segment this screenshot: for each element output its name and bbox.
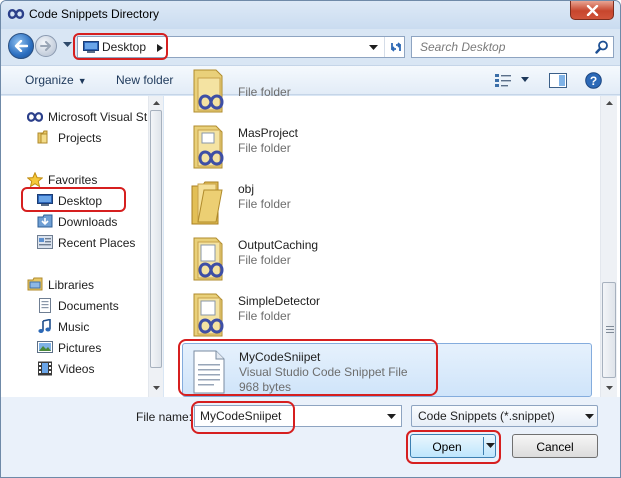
- visual-studio-icon: [27, 112, 43, 122]
- scroll-down-icon[interactable]: [602, 383, 617, 393]
- open-button[interactable]: Open: [410, 434, 496, 458]
- file-name: obj: [238, 182, 255, 196]
- libraries-icon: [27, 277, 43, 291]
- search-icon[interactable]: [595, 40, 609, 54]
- new-folder-button[interactable]: New folder: [116, 73, 173, 87]
- organize-button[interactable]: Organize ▼: [25, 73, 87, 87]
- address-row: Desktop: [1, 29, 620, 65]
- file-name-input[interactable]: [195, 406, 383, 426]
- visual-studio-folder-icon: [193, 293, 224, 337]
- address-bar[interactable]: Desktop: [77, 36, 405, 58]
- file-item-outputcaching[interactable]: OutputCaching File folder: [182, 232, 592, 286]
- file-item-obj[interactable]: obj File folder: [182, 176, 592, 230]
- grip-icon: [606, 326, 614, 333]
- file-list-scrollbar[interactable]: [600, 96, 617, 397]
- visual-studio-icon: [7, 9, 25, 19]
- window-title: Code Snippets Directory: [29, 7, 160, 21]
- navigation-scrollbar-thumb[interactable]: [150, 110, 162, 368]
- history-dropdown-icon[interactable]: [63, 42, 72, 48]
- scroll-up-icon[interactable]: [602, 98, 617, 108]
- search-input[interactable]: [412, 37, 590, 57]
- file-name: OutputCaching: [238, 238, 319, 252]
- nav-item-label: Music: [58, 320, 90, 334]
- recent-places-icon: [37, 235, 53, 249]
- file-type: File folder: [238, 141, 291, 155]
- file-type: File folder: [238, 309, 291, 323]
- file-name-label: File name:: [136, 410, 193, 424]
- visual-studio-folder-icon: [193, 69, 224, 113]
- search-box[interactable]: [411, 36, 614, 58]
- videos-icon: [38, 361, 52, 376]
- scroll-up-icon[interactable]: [150, 98, 163, 108]
- folder-icon: [37, 130, 48, 144]
- file-list-scrollbar-thumb[interactable]: [602, 282, 616, 378]
- close-icon: [586, 5, 599, 16]
- split-divider: [483, 437, 484, 455]
- file-type: Visual Studio Code Snippet File: [239, 365, 408, 379]
- visual-studio-folder-icon: [193, 237, 224, 281]
- nav-item-label: Recent Places: [58, 236, 136, 250]
- chevron-down-icon: ▼: [77, 76, 87, 86]
- forward-button[interactable]: [35, 35, 57, 57]
- file-size: 968 bytes: [239, 380, 292, 394]
- nav-item-label: Pictures: [58, 341, 102, 355]
- desktop-icon: [83, 41, 99, 53]
- downloads-icon: [37, 214, 53, 228]
- nav-item-label: Favorites: [48, 173, 98, 187]
- open-button-label: Open: [432, 440, 462, 454]
- file-name: MasProject: [238, 126, 299, 140]
- open-options-dropdown-icon[interactable]: [486, 443, 495, 449]
- file-item-simpledetector[interactable]: SimpleDetector File folder: [182, 288, 592, 342]
- pictures-icon: [37, 341, 53, 353]
- refresh-button[interactable]: [384, 37, 406, 57]
- refresh-icon: [390, 42, 402, 52]
- file-name: SimpleDetector: [238, 294, 321, 308]
- navigation-scrollbar[interactable]: [148, 96, 163, 397]
- back-button[interactable]: [8, 33, 34, 59]
- arrow-right-icon: [40, 41, 51, 51]
- snippet-file-icon: [193, 350, 225, 394]
- open-file-dialog: Code Snippets Directory Desktop Search D…: [0, 0, 621, 478]
- file-type-filter-value: Code Snippets (*.snippet): [418, 409, 555, 423]
- file-item[interactable]: File folder: [182, 64, 592, 118]
- chevron-down-icon[interactable]: [387, 414, 396, 420]
- dialog-footer: File name: Code Snippets (*.snippet) Ope…: [1, 397, 620, 477]
- title-bar[interactable]: Code Snippets Directory: [1, 1, 620, 29]
- file-type-filter[interactable]: Code Snippets (*.snippet): [411, 405, 598, 427]
- nav-item-label: Downloads: [58, 215, 118, 229]
- address-location[interactable]: Desktop: [102, 40, 146, 54]
- cancel-button-label: Cancel: [536, 440, 574, 454]
- file-name-combobox[interactable]: [194, 405, 402, 427]
- cancel-button[interactable]: Cancel: [512, 434, 598, 458]
- file-name: MyCodeSniipet: [239, 350, 321, 364]
- nav-item-label: Microsoft Visual St: [48, 110, 148, 124]
- nav-item-label: Documents: [58, 299, 119, 313]
- organize-label: Organize: [25, 73, 74, 87]
- file-type: File folder: [238, 253, 291, 267]
- nav-item-label: Libraries: [48, 278, 95, 292]
- chevron-down-icon: [585, 414, 594, 419]
- nav-item-label: Desktop: [58, 194, 103, 208]
- file-type: File folder: [238, 85, 291, 99]
- address-dropdown-icon[interactable]: [369, 45, 378, 51]
- file-item-mycodesniipet[interactable]: MyCodeSniipet Visual Studio Code Snippet…: [182, 343, 592, 397]
- file-item-masproject[interactable]: MasProject File folder: [182, 120, 592, 174]
- visual-studio-folder-icon: [193, 125, 224, 169]
- file-list[interactable]: File folder MasProject File folder obj F…: [164, 69, 620, 397]
- breadcrumb-chevron-icon[interactable]: [157, 44, 163, 52]
- documents-icon: [39, 298, 51, 313]
- close-button[interactable]: [570, 1, 614, 20]
- nav-item-label: Videos: [58, 362, 95, 376]
- scroll-down-icon[interactable]: [150, 383, 163, 393]
- folder-icon: [191, 181, 223, 225]
- navigation-pane[interactable]: Microsoft Visual St Projects Favorites D…: [1, 96, 163, 397]
- music-icon: [38, 319, 51, 333]
- nav-item-label: Projects: [58, 131, 102, 145]
- file-type: File folder: [238, 197, 291, 211]
- desktop-icon: [37, 194, 53, 206]
- star-icon: [27, 172, 43, 188]
- arrow-left-icon: [14, 40, 28, 52]
